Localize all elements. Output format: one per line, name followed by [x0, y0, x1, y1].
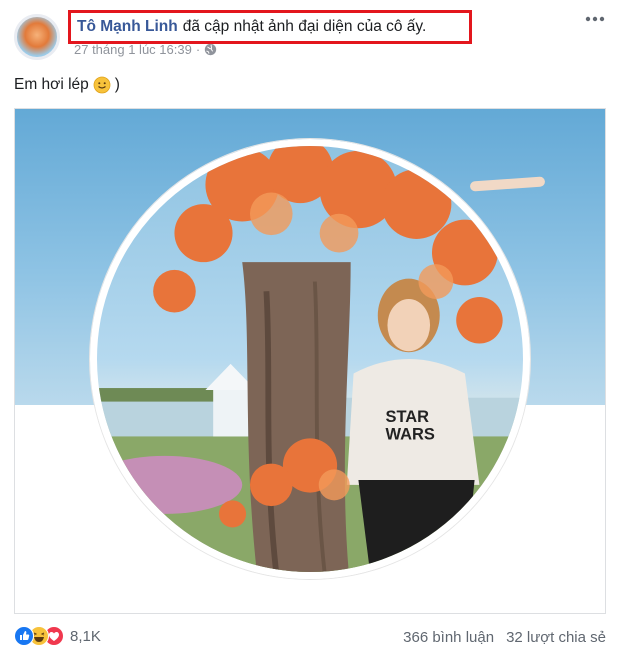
- reactions-summary[interactable]: 8,1K: [14, 626, 101, 646]
- shares-count-link[interactable]: 32 lượt chia sẻ: [506, 629, 606, 646]
- globe-icon[interactable]: [204, 43, 217, 56]
- profile-photo[interactable]: STAR WARS: [90, 139, 530, 579]
- post-stats: 366 bình luận 32 lượt chia sẻ: [403, 629, 606, 646]
- more-options-icon[interactable]: [584, 12, 606, 26]
- reaction-count[interactable]: 8,1K: [70, 628, 101, 645]
- post-caption: Em hơi lép ): [14, 76, 120, 94]
- like-icon: [14, 626, 34, 646]
- author-name-link[interactable]: Tô Mạnh Linh: [77, 18, 178, 36]
- comments-count-link[interactable]: 366 bình luận: [403, 629, 494, 646]
- smiley-emoji-icon: [93, 76, 111, 94]
- post-action-text: đã cập nhật ảnh đại diện của cô ấy.: [182, 18, 427, 35]
- post-meta: 27 tháng 1 lúc 16:39 ·: [74, 42, 217, 57]
- caption-suffix: ): [114, 76, 120, 93]
- post-header-highlight: Tô Mạnh Linh đã cập nhật ảnh đại diện củ…: [68, 10, 472, 44]
- photo-scene-illustration: STAR WARS: [97, 146, 523, 572]
- post-timestamp[interactable]: 27 tháng 1 lúc 16:39: [74, 42, 192, 57]
- profile-photo-frame[interactable]: STAR WARS: [14, 108, 606, 614]
- caption-text: Em hơi lép: [14, 76, 89, 93]
- facebook-post: Tô Mạnh Linh đã cập nhật ảnh đại diện củ…: [0, 0, 620, 663]
- avatar[interactable]: [14, 14, 60, 60]
- svg-text:STAR: STAR: [386, 408, 430, 426]
- svg-text:WARS: WARS: [386, 425, 435, 443]
